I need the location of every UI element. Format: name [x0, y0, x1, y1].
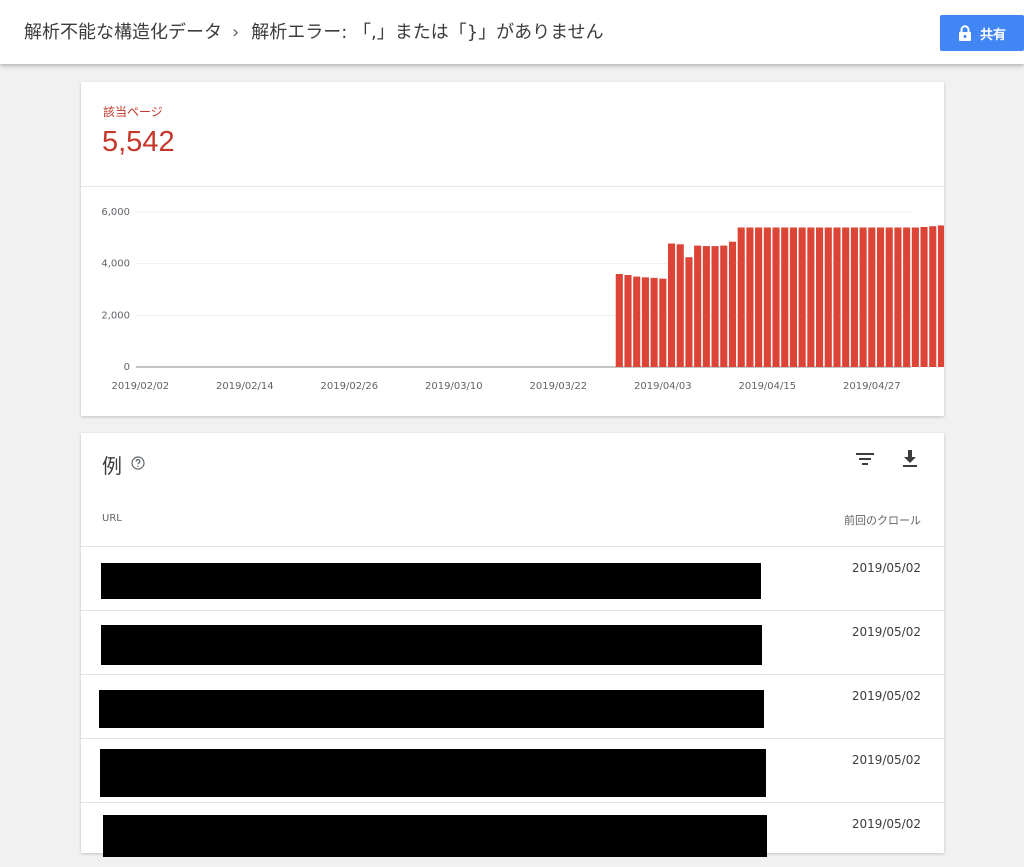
- chart-bar[interactable]: [824, 227, 832, 368]
- chart-bar[interactable]: [876, 227, 885, 368]
- chart-bar[interactable]: [929, 226, 937, 367]
- chart-bar[interactable]: [624, 275, 632, 367]
- chart-bar[interactable]: [911, 227, 919, 368]
- chart-bar[interactable]: [702, 246, 710, 367]
- share-label: 共有: [979, 27, 1006, 43]
- chart-bar[interactable]: [694, 245, 702, 367]
- impressions-card: 該当ページ 5,542 0 2,000 4,000 6,000 2019/02/02 20…: [81, 82, 944, 416]
- affected-pages-count: 5,542: [102, 126, 175, 158]
- chart-bar[interactable]: [763, 227, 771, 368]
- examples-card: 例 URL 前回のクロール 2019/05/02 2019/05/02 2019…: [81, 433, 944, 857]
- chart-bar[interactable]: [633, 276, 641, 367]
- table-row[interactable]: 2019/05/02: [81, 546, 944, 611]
- y-tick-label: 6,000: [101, 207, 130, 218]
- table-row[interactable]: 2019/05/02: [81, 610, 944, 675]
- share-button[interactable]: 共有: [940, 15, 1024, 51]
- chart-bar[interactable]: [868, 227, 876, 368]
- x-tick-label: 2019/02/02: [112, 381, 170, 392]
- chart-bar[interactable]: [807, 227, 815, 368]
- chart-bar[interactable]: [720, 245, 728, 367]
- chart-bar[interactable]: [650, 277, 658, 367]
- chart-bar[interactable]: [711, 246, 719, 367]
- chart-bar[interactable]: [615, 274, 623, 367]
- chart-bar[interactable]: [816, 227, 824, 368]
- breadcrumb: 解析不能な構造化データ › 解析エラー: 「,」または「}」がありません: [24, 18, 604, 44]
- chart-bar[interactable]: [798, 227, 806, 368]
- breadcrumb-separator-icon: ›: [232, 22, 240, 43]
- column-header-last-crawl[interactable]: 前回のクロール: [844, 512, 921, 528]
- chart-bar[interactable]: [894, 227, 902, 368]
- last-crawl-date: 2019/05/02: [851, 625, 921, 639]
- x-tick-label: 2019/02/14: [216, 381, 274, 392]
- chart-bar[interactable]: [641, 277, 649, 367]
- help-circle-icon[interactable]: [131, 456, 145, 470]
- last-crawl-date: 2019/05/02: [851, 689, 921, 703]
- table-row[interactable]: 2019/05/02: [81, 738, 944, 803]
- chart-bar[interactable]: [850, 227, 858, 368]
- chart-bar[interactable]: [737, 227, 745, 368]
- examples-title: 例: [102, 454, 122, 478]
- breadcrumb-parent-link[interactable]: 解析不能な構造化データ: [24, 22, 222, 43]
- x-tick-label: 2019/04/15: [738, 381, 796, 392]
- redacted-url: [103, 815, 767, 857]
- last-crawl-date: 2019/05/02: [851, 561, 921, 575]
- chart-bar[interactable]: [885, 227, 893, 368]
- redacted-url: [101, 625, 762, 665]
- chart-bar[interactable]: [903, 227, 911, 368]
- chart-bar[interactable]: [667, 243, 676, 367]
- chart-bar[interactable]: [781, 227, 789, 368]
- chart-bar[interactable]: [728, 241, 737, 367]
- chart-bar[interactable]: [746, 227, 754, 368]
- chart-bar[interactable]: [676, 244, 684, 367]
- chart-bar[interactable]: [659, 278, 667, 367]
- x-tick-label: 2019/03/22: [530, 381, 588, 392]
- lock-icon: [958, 25, 971, 41]
- last-crawl-date: 2019/05/02: [851, 753, 921, 767]
- redacted-url: [100, 749, 766, 797]
- card-divider: [81, 186, 944, 187]
- affected-pages-chart: 0 2,000 4,000 6,000 2019/02/02 2019/02/14 2019…: [101, 207, 944, 392]
- y-tick-label: 4,000: [101, 259, 130, 270]
- x-tick-label: 2019/04/03: [634, 381, 692, 392]
- affected-pages-label: 該当ページ: [103, 105, 163, 119]
- y-tick-label: 2,000: [101, 310, 130, 321]
- redacted-url: [99, 690, 764, 728]
- chart-bar[interactable]: [772, 227, 780, 368]
- chart-bar[interactable]: [789, 227, 797, 368]
- x-tick-label: 2019/03/10: [425, 381, 483, 392]
- x-tick-label: 2019/04/27: [843, 381, 901, 392]
- table-row[interactable]: 2019/05/02: [81, 674, 944, 739]
- download-icon[interactable]: [901, 449, 919, 469]
- chart-bar[interactable]: [859, 227, 867, 368]
- chart-bar[interactable]: [833, 227, 841, 368]
- chart-bar[interactable]: [937, 225, 944, 367]
- column-header-url[interactable]: URL: [102, 513, 122, 524]
- y-tick-label: 0: [124, 362, 130, 373]
- chart-bar[interactable]: [842, 227, 850, 368]
- breadcrumb-current: 解析エラー: 「,」または「}」がありません: [251, 22, 604, 43]
- chart-bar[interactable]: [920, 226, 928, 367]
- table-row[interactable]: 2019/05/02: [81, 802, 944, 867]
- chart-bar[interactable]: [685, 257, 693, 367]
- last-crawl-date: 2019/05/02: [851, 817, 921, 831]
- filter-icon[interactable]: [855, 451, 875, 467]
- top-bar: 解析不能な構造化データ › 解析エラー: 「,」または「}」がありません 共有: [0, 0, 1024, 64]
- redacted-url: [101, 563, 761, 599]
- x-tick-label: 2019/02/26: [321, 381, 379, 392]
- chart-bar[interactable]: [755, 227, 763, 368]
